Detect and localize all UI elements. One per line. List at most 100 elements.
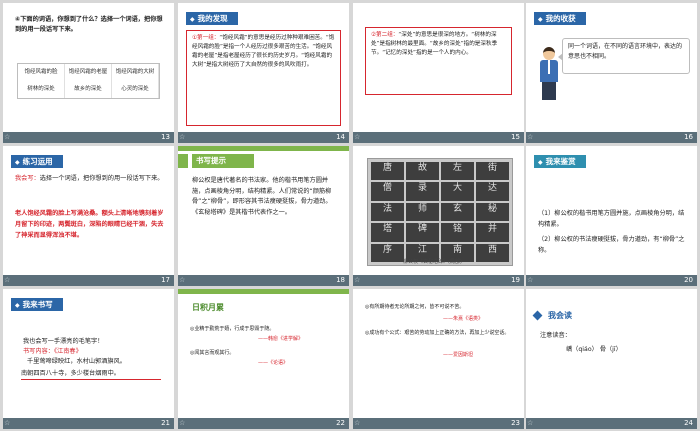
transition-icon[interactable]: ☆ <box>354 419 360 428</box>
slide-title-banner: ◆ 练习运用 <box>11 155 63 168</box>
transition-icon[interactable]: ☆ <box>354 133 360 142</box>
slide-thumbnail[interactable]: ◆ 我的收获 同一个词语，在不同的语言环境中，表达的意思也不相同。 ☆ 16 <box>526 3 697 143</box>
poem-line: 千里莺啼绿映红，水村山郭酒旗风。 <box>27 358 126 365</box>
slide-number: 23 <box>511 419 520 427</box>
slide-thumbnail[interactable]: ◎有所期待者无论所期之何，皆不可说不苦。 ——朱熹《语类》 ◎成功有个公式：艰苦… <box>353 289 524 429</box>
slide-number: 15 <box>511 133 520 141</box>
slide-thumbnail[interactable]: ④下面的词语，你想到了什么？选择一个词语，把你想到的用一段话写下来。 饱经风霜的… <box>3 3 174 143</box>
slide-footer: ☆ 18 <box>178 275 349 286</box>
discovery-box: ②第二组：“深处”的意思是很深的地方。“树林的深处”是指树林的最里面。“故乡的深… <box>365 27 512 95</box>
slide-number: 14 <box>336 133 345 141</box>
slide-thumbnail[interactable]: 唐故左街僧录大达法师玄秘塔碑铭并序江南西 柳公权《玄秘塔碑》(局部) ☆ 19 <box>353 146 524 286</box>
slide-thumbnail[interactable]: ◆ 我来书写 我也会写一手漂亮的毛笔字！ 书写内容：《江南春》 千里莺啼绿映红，水… <box>3 289 174 429</box>
word-cell: 心灵的深处 <box>112 81 159 98</box>
rubbing-character: 秘 <box>476 202 509 222</box>
slide-footer: ☆ 17 <box>3 275 174 286</box>
pinyin-line: 嶠（qiáo） 骨（jī） <box>566 346 622 353</box>
slide-title-banner: ◆ 我来书写 <box>11 298 63 311</box>
transition-icon[interactable]: ☆ <box>4 419 10 428</box>
rubbing-character: 师 <box>406 202 439 222</box>
slide-title: 日积月累 <box>192 303 224 312</box>
calligraphy-rubbing-image: 唐故左街僧录大达法师玄秘塔碑铭并序江南西 <box>367 158 513 266</box>
slide-title: 我来鉴赏 <box>545 157 576 166</box>
word-cell: 树林的深处 <box>18 81 65 98</box>
slide-thumbnail[interactable]: ◆ 练习运用 我会写：选择一个词语，把你想到的用一段话写下来。 老人饱经风霜的脸上… <box>3 146 174 286</box>
diamond-icon: ◆ <box>190 16 195 23</box>
rubbing-character: 录 <box>406 182 439 201</box>
rubbing-character: 铭 <box>441 223 474 242</box>
rubbing-character: 碑 <box>406 223 439 242</box>
group-lead: ②第二组： <box>371 32 399 38</box>
transition-icon[interactable]: ☆ <box>179 133 185 142</box>
slide-title: 我会读 <box>548 311 572 320</box>
transition-icon[interactable]: ☆ <box>354 276 360 285</box>
slide-title: 我的发现 <box>197 14 228 23</box>
word-cell: 故乡的深处 <box>65 81 112 98</box>
slide-thumbnail[interactable]: 我会读 注意读音： 嶠（qiáo） 骨（jī） ☆ 24 <box>526 289 697 429</box>
writing-content-label: 书写内容：《江南春》 <box>23 348 82 355</box>
slide-footer: ☆ 22 <box>178 418 349 429</box>
word-cell: 饱经风霜的大树 <box>112 64 159 81</box>
slide-title: 我的收获 <box>545 14 576 23</box>
slide-number: 13 <box>161 133 170 141</box>
slide-number: 20 <box>684 276 693 284</box>
slide-footer: ☆ 19 <box>353 275 524 286</box>
rubbing-character: 左 <box>441 162 474 181</box>
green-band <box>178 146 349 151</box>
diamond-icon: ◆ <box>538 159 543 166</box>
word-grid: 饱经风霜的脸 饱经风霜的老屋 饱经风霜的大树 树林的深处 故乡的深处 心灵的深处 <box>17 63 160 99</box>
diamond-icon: ◆ <box>538 16 543 23</box>
quote-text: ◎有所期待者无论所期之何，皆不可说不苦。 <box>365 304 465 310</box>
writing-intro: 我也会写一手漂亮的毛笔字！ <box>23 338 104 345</box>
diamond-icon: ◆ <box>15 302 20 309</box>
slide-thumbnail[interactable]: 日积月累 ◎业精于勤荒于嬉，行成于思毁于随。 ——韩愈《进学解》 ◎闻其言而观其… <box>178 289 349 429</box>
word-cell: 饱经风霜的老屋 <box>65 64 112 81</box>
slide-footer: ☆ 23 <box>353 418 524 429</box>
quote-source: ——爱因斯坦 <box>443 352 474 358</box>
slide-footer: ☆ 24 <box>526 418 697 429</box>
exercise-lead: 我会写： <box>15 175 40 182</box>
word-cell: 饱经风霜的脸 <box>18 64 65 81</box>
rubbing-character: 法 <box>371 202 404 222</box>
rubbing-caption: 柳公权《玄秘塔碑》(局部) <box>403 259 462 265</box>
slide-number: 24 <box>684 419 693 427</box>
slide-footer: ☆ 15 <box>353 132 524 143</box>
rubbing-character: 僧 <box>371 182 404 201</box>
rubbing-character: 并 <box>476 223 509 242</box>
transition-icon[interactable]: ☆ <box>4 276 10 285</box>
green-accent <box>178 154 188 168</box>
rubbing-character: 西 <box>476 243 509 262</box>
slide-title: 书写提示 <box>192 154 254 168</box>
diamond-icon <box>532 310 543 321</box>
slide-footer: ☆ 14 <box>178 132 349 143</box>
appreciation-point: （1）柳公权的楷书用笔方圆并施，点画棱角分明，结构精紧。 <box>538 210 685 228</box>
exercise-answer: 老人饱经风霜的脸上写满沧桑。额头上清晰地镌刻着岁月留下的印迹，两鬓斑白，深陷的眼… <box>15 210 164 239</box>
slide-title: 我来书写 <box>22 300 53 309</box>
rubbing-character: 故 <box>406 162 439 181</box>
slide-title: 练习运用 <box>22 157 53 166</box>
transition-icon[interactable]: ☆ <box>527 419 533 428</box>
transition-icon[interactable]: ☆ <box>179 419 185 428</box>
slide-thumbnail[interactable]: ◆ 我来鉴赏 （1）柳公权的楷书用笔方圆并施，点画棱角分明，结构精紧。 （2）柳公… <box>526 146 697 286</box>
writing-tip: 柳公权是唐代著名的书法家。他的楷书用笔方圆并施，点画棱角分明，结构精紧。人们常说… <box>192 177 332 216</box>
slide-number: 18 <box>336 276 345 284</box>
slide-thumbnail[interactable]: ◆ 我的发现 ①第一组：“饱经风霜”的意思是经历过种种艰难困苦。“饱经风霜的脸”是… <box>178 3 349 143</box>
transition-icon[interactable]: ☆ <box>179 276 185 285</box>
slide-footer: ☆ 21 <box>3 418 174 429</box>
transition-icon[interactable]: ☆ <box>4 133 10 142</box>
quote-text: ◎成功有个公式：艰苦的劳动加上正确的方法，再加上少说空话。 <box>365 330 510 336</box>
quote-source: ——《论语》 <box>258 360 289 366</box>
transition-icon[interactable]: ☆ <box>527 133 533 142</box>
transition-icon[interactable]: ☆ <box>527 276 533 285</box>
slide-thumbnail[interactable]: ②第二组：“深处”的意思是很深的地方。“树林的深处”是指树林的最里面。“故乡的深… <box>353 3 524 143</box>
slide-number: 19 <box>511 276 520 284</box>
quote-text: ◎闻其言而观其行。 <box>190 350 235 356</box>
slide-footer: ☆ 16 <box>526 132 697 143</box>
rubbing-character: 塔 <box>371 223 404 242</box>
slide-number: 16 <box>684 133 693 141</box>
rubbing-character: 达 <box>476 182 509 201</box>
slide-thumbnail[interactable]: 书写提示 柳公权是唐代著名的书法家。他的楷书用笔方圆并施，点画棱角分明，结构精紧… <box>178 146 349 286</box>
green-band <box>178 289 349 294</box>
speech-callout: 同一个词语，在不同的语言环境中，表达的意思也不相同。 <box>558 38 690 74</box>
quote-source: ——韩愈《进学解》 <box>258 336 304 342</box>
